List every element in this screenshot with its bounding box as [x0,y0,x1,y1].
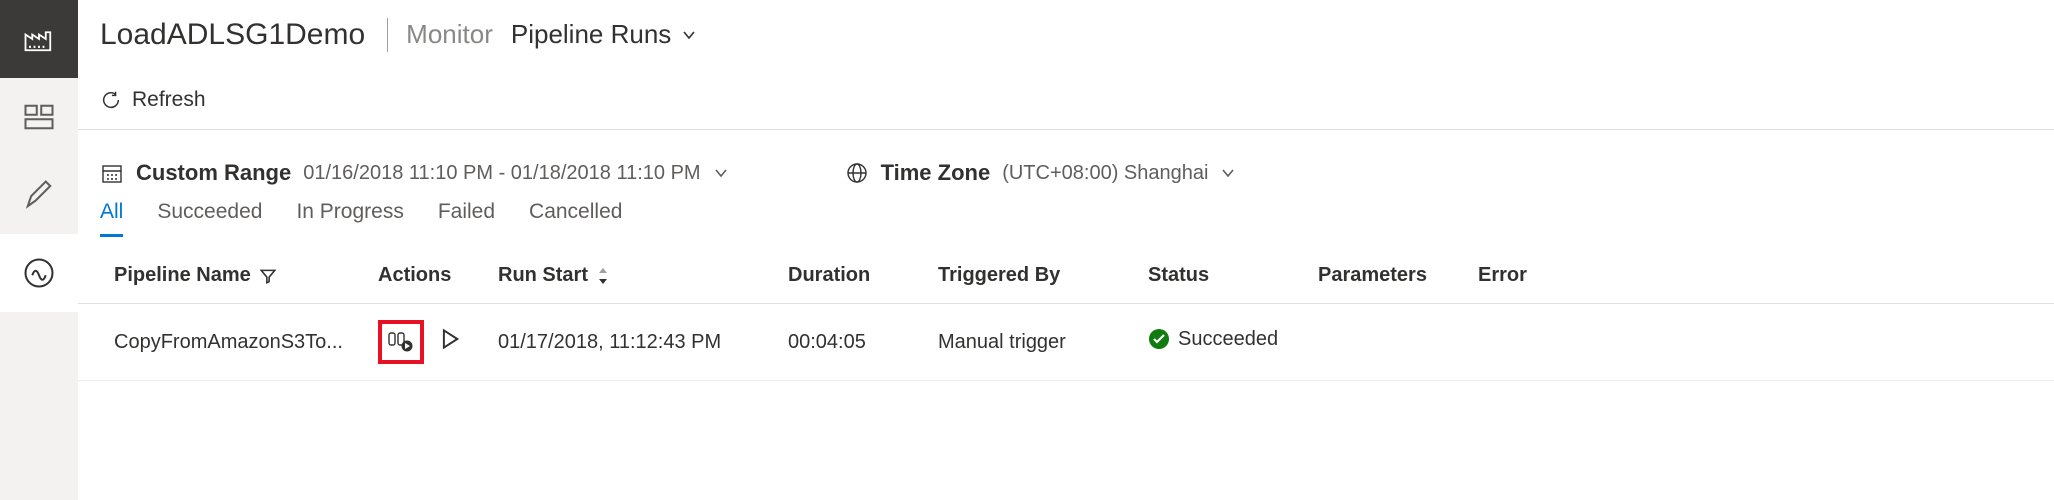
cell-parameters [1308,304,1468,381]
sort-icon [596,267,610,285]
main-content: LoadADLSG1Demo Monitor Pipeline Runs Ref… [78,0,2054,500]
column-header-triggered-by[interactable]: Triggered By [928,248,1138,304]
column-header-name-label: Pipeline Name [114,264,251,287]
tab-failed[interactable]: Failed [438,200,495,237]
success-icon [1148,328,1170,350]
table-row[interactable]: CopyFromAmazonS3To... [78,304,2054,381]
cell-status: Succeeded [1138,304,1308,381]
breadcrumb-divider [387,18,388,52]
nav-factory-icon[interactable] [0,0,78,78]
toolbar: Refresh [78,70,2054,130]
tab-in-progress[interactable]: In Progress [296,200,403,237]
nav-overview-icon[interactable] [0,78,78,156]
activity-runs-icon [387,331,415,353]
cell-duration: 00:04:05 [778,304,928,381]
left-nav-rail [0,0,78,500]
column-header-run-start-label: Run Start [498,264,588,287]
filter-icon [259,267,277,285]
nav-author-icon[interactable] [0,156,78,234]
chevron-down-icon [1220,165,1236,181]
column-header-error[interactable]: Error [1468,248,2054,304]
date-range-label: Custom Range [136,160,291,186]
timezone-value: (UTC+08:00) Shanghai [1002,162,1208,185]
tab-cancelled[interactable]: Cancelled [529,200,622,237]
globe-icon [845,161,869,185]
cell-triggered-by: Manual trigger [928,304,1138,381]
refresh-button[interactable]: Refresh [100,88,206,112]
cell-actions [368,304,488,381]
column-header-duration[interactable]: Duration [778,248,928,304]
refresh-label: Refresh [132,88,206,112]
tab-all[interactable]: All [100,200,123,237]
cell-run-start: 01/17/2018, 11:12:43 PM [488,304,778,381]
date-range-value: 01/16/2018 11:10 PM - 01/18/2018 11:10 P… [303,162,700,185]
breadcrumb-dropdown-label: Pipeline Runs [511,19,671,50]
chevron-down-icon [713,165,729,181]
cell-error [1468,304,2054,381]
page-title: LoadADLSG1Demo [100,18,365,52]
refresh-icon [100,89,122,111]
status-text: Succeeded [1178,328,1278,351]
timezone-picker[interactable]: Time Zone (UTC+08:00) Shanghai [845,160,1237,186]
filter-bar: Custom Range 01/16/2018 11:10 PM - 01/18… [78,130,2054,200]
chevron-down-icon [681,27,697,43]
status-tabs: All Succeeded In Progress Failed Cancell… [78,200,2054,238]
rerun-button[interactable] [440,328,460,356]
column-header-name[interactable]: Pipeline Name [78,248,368,304]
play-icon [440,328,460,350]
nav-monitor-icon[interactable] [0,234,78,312]
column-header-run-start[interactable]: Run Start [488,248,778,304]
view-activity-runs-button[interactable] [378,320,424,364]
breadcrumb: LoadADLSG1Demo Monitor Pipeline Runs [78,0,2054,70]
column-header-actions: Actions [368,248,488,304]
breadcrumb-dropdown[interactable]: Pipeline Runs [511,19,697,50]
calendar-icon [100,161,124,185]
pipeline-runs-table: Pipeline Name Actions Run Start Duration [78,248,2054,381]
date-range-picker[interactable]: Custom Range 01/16/2018 11:10 PM - 01/18… [100,160,729,186]
breadcrumb-section: Monitor [406,19,493,50]
tab-succeeded[interactable]: Succeeded [157,200,262,237]
cell-pipeline-name: CopyFromAmazonS3To... [78,304,368,381]
column-header-parameters[interactable]: Parameters [1308,248,1468,304]
timezone-label: Time Zone [881,160,991,186]
column-header-status[interactable]: Status [1138,248,1308,304]
